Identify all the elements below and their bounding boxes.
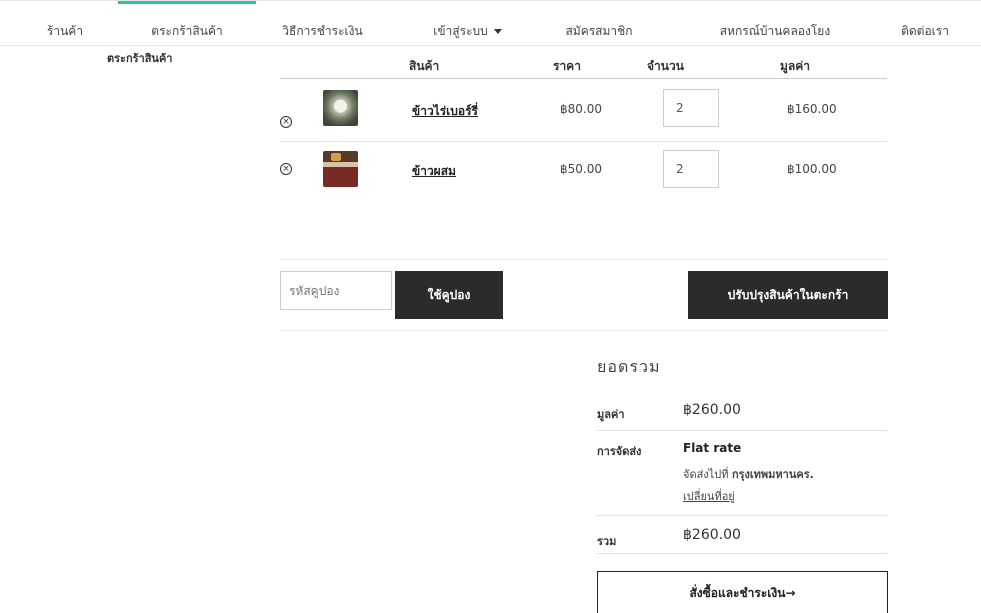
shipping-destination: จัดส่งไปที่ กรุงเทพมหานคร. [683, 465, 814, 483]
close-circle-icon[interactable]: × [280, 163, 292, 175]
nav-item-register[interactable]: สมัครสมาชิก [548, 1, 650, 45]
totals-subtotal-label: มูลค่า [597, 408, 625, 421]
main-nav: ร้านค้า ตระกร้าสินค้า วิธีการชำระเงิน เข… [0, 0, 981, 46]
caret-down-icon [493, 29, 502, 34]
row-divider [280, 141, 887, 142]
nav-item-login[interactable]: เข้าสู่ระบบ [405, 1, 530, 45]
product-subtotal: ฿100.00 [787, 162, 837, 176]
totals-total-label: รวม [597, 535, 617, 548]
apply-coupon-button[interactable]: ใช้คูปอง [395, 271, 503, 319]
proceed-to-checkout-button[interactable]: สั่งซื้อและชำระเงิน→ [597, 571, 888, 613]
coupon-code-input[interactable] [280, 271, 392, 310]
nav-item-coop[interactable]: สหกรณ์บ้านคลองโยง [700, 1, 850, 45]
quantity-input[interactable] [663, 150, 719, 188]
product-thumbnail[interactable] [323, 151, 358, 187]
table-header-divider [280, 78, 887, 79]
product-thumbnail[interactable] [323, 90, 358, 126]
totals-subtotal-value: ฿260.00 [683, 402, 741, 418]
breadcrumb: ตระกร้าสินค้า [107, 52, 173, 65]
product-name-link[interactable]: ข้าวผสม [412, 162, 456, 181]
nav-item-contact[interactable]: ติดต่อเรา [890, 1, 960, 45]
totals-divider [597, 515, 887, 516]
shipping-destination-prefix: จัดส่งไปที่ [683, 468, 729, 481]
column-header-quantity: จำนวน [647, 59, 684, 73]
actions-divider-bottom [280, 330, 887, 331]
totals-divider [597, 430, 887, 431]
product-name-link[interactable]: ข้าวไร่เบอร์รี่ [412, 102, 478, 121]
actions-divider-top [280, 259, 887, 260]
totals-divider [597, 553, 887, 554]
nav-item-shop[interactable]: ร้านค้า [30, 1, 100, 45]
update-cart-button[interactable]: ปรับปรุงสินค้าในตะกร้า [688, 271, 888, 319]
product-price: ฿80.00 [560, 102, 602, 116]
shipping-method: Flat rate [683, 441, 742, 455]
column-header-product: สินค้า [409, 59, 440, 73]
quantity-input[interactable] [663, 89, 719, 127]
product-subtotal: ฿160.00 [787, 102, 837, 116]
column-header-subtotal: มูลค่า [780, 59, 811, 73]
change-address-link[interactable]: เปลี่ยนที่อยู่ [683, 487, 735, 505]
product-price: ฿50.00 [560, 162, 602, 176]
totals-total-value: ฿260.00 [683, 527, 741, 543]
nav-item-login-label: เข้าสู่ระบบ [433, 24, 488, 38]
nav-item-payment[interactable]: วิธีการชำระเงิน [270, 1, 375, 45]
column-header-price: ราคา [553, 59, 581, 73]
close-circle-icon[interactable]: × [280, 116, 292, 128]
cart-totals-title: ยอดรวม [597, 357, 661, 376]
totals-shipping-label: การจัดส่ง [597, 445, 642, 458]
shipping-destination-city: กรุงเทพมหานคร. [731, 468, 814, 481]
nav-item-cart[interactable]: ตระกร้าสินค้า [118, 1, 256, 45]
